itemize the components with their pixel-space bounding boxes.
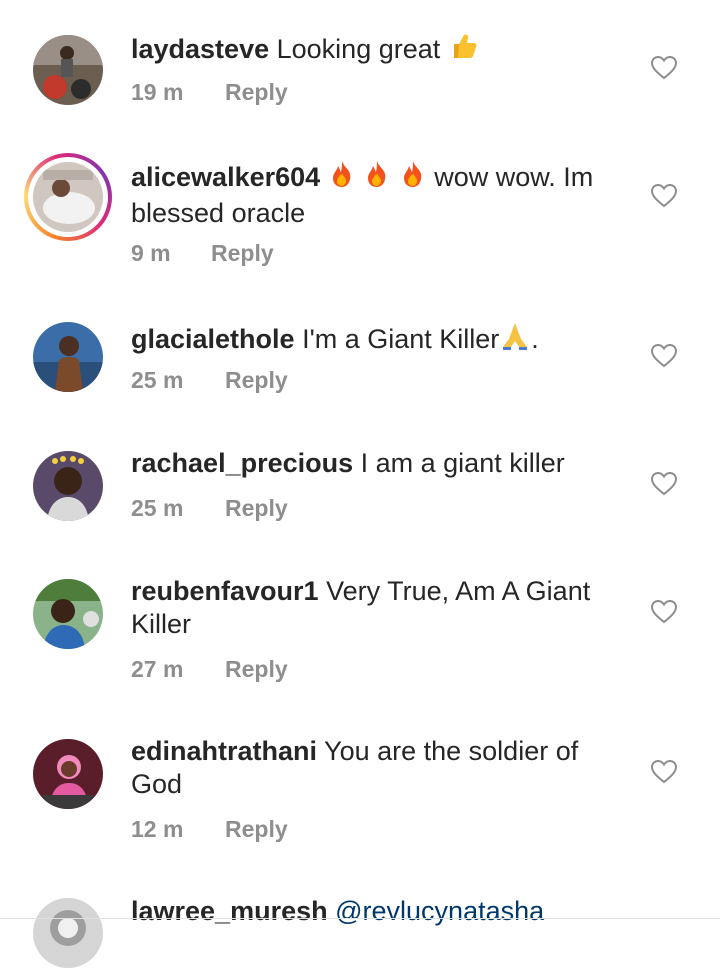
comment-time: 25 m — [131, 495, 184, 521]
comment-text: reubenfavour1 Very True, Am A Giant Kill… — [131, 575, 611, 641]
like-heart-icon[interactable] — [651, 472, 677, 496]
comment-meta: 19 m Reply — [131, 79, 288, 106]
comment-username[interactable]: alicewalker604 — [131, 162, 320, 192]
avatar[interactable] — [33, 322, 103, 392]
like-heart-icon[interactable] — [651, 600, 677, 624]
comment-time: 9 m — [131, 240, 171, 266]
comment-meta: 25 m Reply — [131, 495, 288, 522]
comment-text: laydasteve Looking great — [131, 31, 611, 69]
comment-username[interactable]: edinahtrathani — [131, 736, 317, 766]
reply-button[interactable]: Reply — [225, 495, 288, 522]
comment-username[interactable]: lawree_muresh — [131, 896, 328, 926]
comment-username[interactable]: rachael_precious — [131, 448, 353, 478]
thumbs-up-icon — [448, 31, 478, 69]
comment-username[interactable]: reubenfavour1 — [131, 576, 319, 606]
avatar[interactable] — [33, 739, 103, 809]
comment-meta: 27 m Reply — [131, 656, 288, 683]
comment-time: 12 m — [131, 816, 184, 842]
comment-text: glacialethole I'm a Giant Killer. — [131, 319, 611, 359]
comment-username[interactable]: glacialethole — [131, 324, 295, 354]
comment-time: 19 m — [131, 79, 184, 105]
reply-button[interactable]: Reply — [225, 79, 288, 106]
fire-icon — [328, 159, 356, 197]
reply-button[interactable]: Reply — [225, 816, 288, 843]
folded-hands-icon — [499, 319, 531, 359]
comment-text: edinahtrathani You are the soldier of Go… — [131, 735, 611, 801]
avatar[interactable] — [33, 35, 103, 105]
story-ring[interactable] — [24, 153, 112, 241]
reply-button[interactable]: Reply — [211, 240, 274, 267]
reply-button[interactable]: Reply — [225, 367, 288, 394]
like-heart-icon[interactable] — [651, 760, 677, 784]
fire-icon — [363, 159, 391, 197]
avatar[interactable] — [33, 451, 103, 521]
bottom-divider — [0, 918, 720, 919]
comment-meta: 9 m Reply — [131, 240, 274, 267]
comment-body: I am a giant killer — [360, 448, 565, 478]
like-heart-icon[interactable] — [651, 56, 677, 80]
comment-mention[interactable]: @revlucynatasha — [335, 896, 544, 926]
comment-meta: 25 m Reply — [131, 367, 288, 394]
like-heart-icon[interactable] — [651, 344, 677, 368]
reply-button[interactable]: Reply — [225, 656, 288, 683]
fire-icon — [399, 159, 427, 197]
avatar[interactable] — [33, 579, 103, 649]
comment-text: alicewalker604 wow wow. Im blessed oracl… — [131, 159, 611, 230]
comment-time: 27 m — [131, 656, 184, 682]
comment-username[interactable]: laydasteve — [131, 34, 269, 64]
comment-text: lawree_muresh @revlucynatasha — [131, 895, 611, 928]
avatar[interactable] — [33, 162, 103, 232]
avatar[interactable] — [33, 898, 103, 968]
comment-body: I'm a Giant Killer — [302, 324, 500, 354]
comment-body: Looking great — [276, 34, 441, 64]
like-heart-icon[interactable] — [651, 184, 677, 208]
comment-body-suffix: . — [531, 324, 539, 354]
comment-meta: 12 m Reply — [131, 816, 288, 843]
comment-text: rachael_precious I am a giant killer — [131, 447, 611, 480]
comment-time: 25 m — [131, 367, 184, 393]
